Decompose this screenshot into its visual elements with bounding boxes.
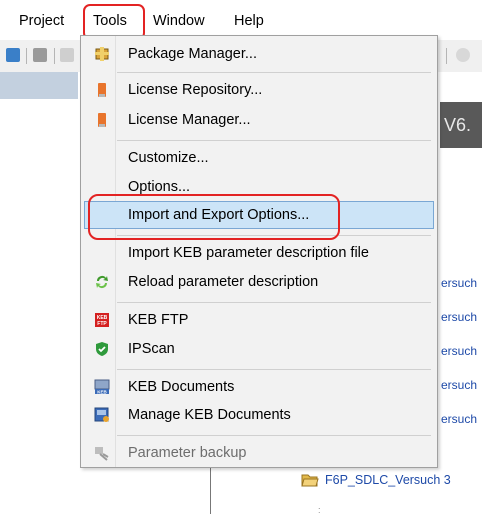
- license-icon: [98, 113, 106, 127]
- print-icon[interactable]: [33, 48, 47, 62]
- pen-icon[interactable]: [456, 48, 470, 62]
- menu-separator: [117, 140, 431, 141]
- menu-item-keb-ftp[interactable]: KEB FTP KEB FTP: [84, 306, 434, 334]
- menu-separator: [117, 369, 431, 370]
- keb-ftp-icon: KEB FTP: [95, 313, 109, 327]
- menu-help[interactable]: Help: [234, 11, 264, 31]
- save-icon[interactable]: [6, 48, 20, 62]
- manage-documents-icon: [94, 407, 109, 422]
- menubar: Project Tools Window Help: [0, 0, 482, 38]
- menu-item-keb-documents[interactable]: KEB KEB Documents: [84, 373, 434, 401]
- toolbar-separator: [54, 48, 55, 64]
- project-link[interactable]: ersuch: [441, 276, 477, 290]
- menu-item-label: KEB FTP: [128, 312, 189, 328]
- panel-header: [0, 72, 78, 99]
- tree-item-label[interactable]: F6P_SDLC_Versuch 3: [325, 473, 451, 487]
- svg-text:FTP: FTP: [97, 321, 107, 327]
- menu-item-label: License Repository...: [128, 82, 263, 98]
- toolbar-separator: [26, 48, 27, 64]
- menu-item-manage-keb-documents[interactable]: Manage KEB Documents: [84, 401, 434, 429]
- menu-item-label: IPScan: [128, 341, 175, 357]
- menu-item-label: Import KEB parameter description file: [128, 245, 369, 261]
- menu-separator: [117, 435, 431, 436]
- menu-item-customize[interactable]: Customize...: [84, 144, 434, 172]
- toolbar-separator: [446, 48, 447, 64]
- menu-item-license-manager[interactable]: License Manager...: [84, 106, 434, 134]
- toolbar-icon[interactable]: [60, 48, 74, 62]
- version-panel: V6.: [440, 102, 482, 148]
- menu-item-label: Customize...: [128, 150, 209, 166]
- menu-item-import-keb-description[interactable]: Import KEB parameter description file: [84, 239, 434, 267]
- import-export-highlight: [88, 194, 340, 240]
- folder-open-icon: [301, 474, 319, 487]
- menu-item-label: Reload parameter description: [128, 274, 319, 290]
- menu-item-parameter-backup[interactable]: Parameter backup: [84, 439, 434, 467]
- project-link[interactable]: ersuch: [441, 344, 477, 358]
- menu-item-label: Package Manager...: [128, 46, 257, 62]
- package-icon: [95, 47, 109, 61]
- menu-separator: [117, 72, 431, 73]
- menu-item-package-manager[interactable]: Package Manager...: [84, 40, 434, 68]
- menu-item-license-repository[interactable]: License Repository...: [84, 76, 434, 104]
- menu-item-ipscan[interactable]: IPScan: [84, 335, 434, 363]
- license-icon: [98, 83, 106, 97]
- svg-text:KEB: KEB: [97, 390, 107, 395]
- menu-item-label: KEB Documents: [128, 379, 235, 395]
- menu-project[interactable]: Project: [19, 11, 64, 31]
- shield-icon: [96, 342, 108, 356]
- tree-line: [210, 468, 211, 514]
- project-link[interactable]: ersuch: [441, 310, 477, 324]
- menu-separator: [117, 302, 431, 303]
- menu-item-label: Manage KEB Documents: [128, 407, 291, 423]
- keb-documents-icon: KEB: [94, 379, 110, 395]
- reload-icon: [96, 276, 108, 288]
- tools-menu: Package Manager... License Repository...…: [80, 35, 438, 468]
- project-link[interactable]: ersuch: [441, 378, 477, 392]
- parameter-backup-icon: [95, 447, 109, 461]
- menu-window[interactable]: Window: [153, 11, 205, 31]
- project-link[interactable]: ersuch: [441, 412, 477, 426]
- menu-item-reload-description[interactable]: Reload parameter description: [84, 268, 434, 296]
- menu-item-label: Parameter backup: [128, 445, 247, 461]
- version-text: V6.: [444, 115, 472, 135]
- menu-item-label: License Manager...: [128, 112, 251, 128]
